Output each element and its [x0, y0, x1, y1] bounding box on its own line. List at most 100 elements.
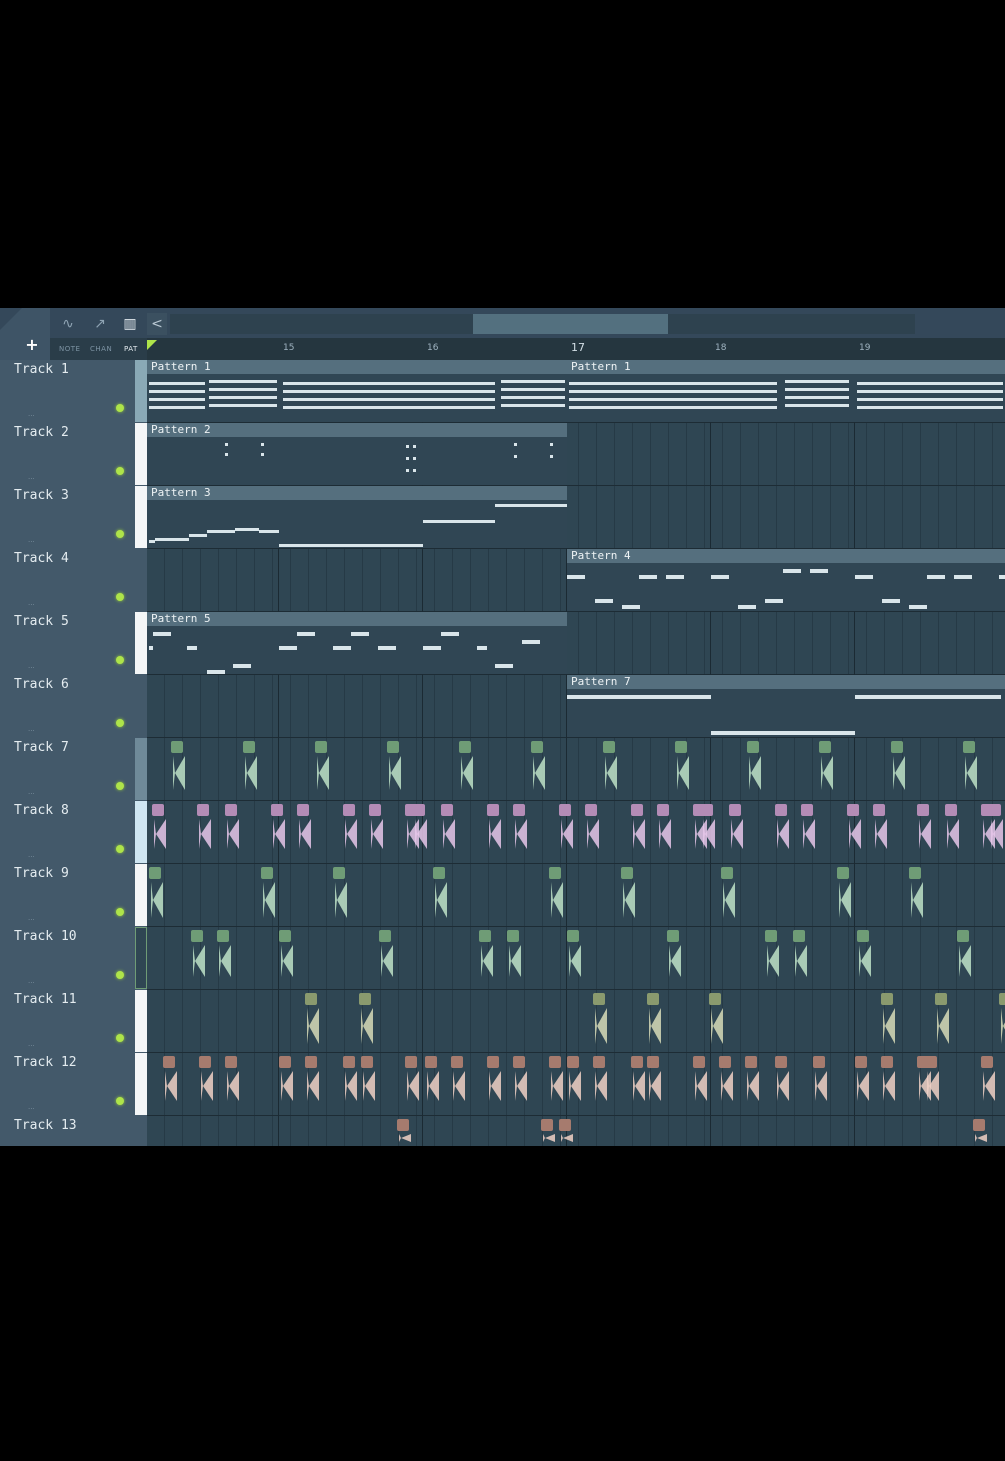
sample-clip[interactable] [963, 741, 975, 753]
track-grip[interactable]: ··· [28, 916, 35, 924]
sample-clip[interactable] [675, 741, 687, 753]
track-grip[interactable]: ··· [28, 475, 35, 483]
sample-clip[interactable] [765, 930, 777, 942]
track-header[interactable]: Track 11 ··· [0, 990, 147, 1054]
sample-clip[interactable] [567, 1056, 579, 1068]
sample-clip[interactable] [917, 804, 929, 816]
sample-clip[interactable] [559, 1119, 571, 1131]
note[interactable] [514, 455, 517, 458]
sample-clip[interactable] [225, 1056, 237, 1068]
sample-clip[interactable] [549, 1056, 561, 1068]
lane-track-11[interactable] [147, 990, 1005, 1053]
track-header[interactable]: Track 7 ··· [0, 738, 147, 802]
note[interactable] [477, 646, 487, 650]
sample-clip[interactable] [413, 804, 425, 816]
pattern-clip[interactable]: Pattern 5 [147, 612, 567, 674]
track-grip[interactable]: ··· [28, 412, 35, 420]
lane-track-7[interactable] [147, 738, 1005, 801]
sample-clip[interactable] [745, 1056, 757, 1068]
sample-clip[interactable] [361, 1056, 373, 1068]
sample-clip[interactable] [957, 930, 969, 942]
sample-clip[interactable] [857, 930, 869, 942]
track-header[interactable]: Track 3 ··· [0, 486, 147, 550]
sample-clip[interactable] [425, 1056, 437, 1068]
sample-clip[interactable] [243, 741, 255, 753]
note[interactable] [855, 575, 873, 579]
automation-icon[interactable]: ↗ [88, 316, 112, 334]
pattern-clip[interactable]: Pattern 1 [147, 360, 567, 422]
sample-clip[interactable] [225, 804, 237, 816]
mode-pat-label[interactable]: PAT [124, 345, 138, 353]
sample-clip[interactable] [603, 741, 615, 753]
sample-clip[interactable] [999, 993, 1005, 1005]
track-grip[interactable]: ··· [28, 727, 35, 735]
sample-clip[interactable] [149, 867, 161, 879]
note[interactable] [501, 388, 565, 391]
note[interactable] [209, 404, 277, 407]
note[interactable] [413, 457, 416, 460]
clip-header[interactable]: Pattern 1 [147, 360, 567, 374]
track-enable-led[interactable] [116, 530, 124, 538]
timeline-ruler[interactable]: 15 16 17 18 19 [147, 338, 1005, 360]
note[interactable] [441, 632, 459, 636]
track-enable-led[interactable] [116, 593, 124, 601]
lane-track-9[interactable] [147, 864, 1005, 927]
track-header[interactable]: Track 1 ··· [0, 360, 147, 424]
sample-clip[interactable] [813, 1056, 825, 1068]
sample-clip[interactable] [721, 867, 733, 879]
sample-clip[interactable] [343, 1056, 355, 1068]
sample-clip[interactable] [541, 1119, 553, 1131]
note[interactable] [569, 390, 777, 393]
sample-clip[interactable] [487, 1056, 499, 1068]
clip-header[interactable]: Pattern 3 [147, 486, 567, 500]
sample-clip[interactable] [747, 741, 759, 753]
track-enable-led[interactable] [116, 971, 124, 979]
note[interactable] [209, 388, 277, 391]
sample-clip[interactable] [451, 1056, 463, 1068]
sample-clip[interactable] [507, 930, 519, 942]
note[interactable] [209, 380, 277, 383]
sample-clip[interactable] [855, 1056, 867, 1068]
sample-clip[interactable] [197, 804, 209, 816]
note[interactable] [666, 575, 684, 579]
note[interactable] [495, 664, 513, 668]
track-header[interactable]: Track 4 ··· [0, 549, 147, 613]
sample-clip[interactable] [729, 804, 741, 816]
track-header[interactable]: Track 8 ··· [0, 801, 147, 865]
sample-clip[interactable] [513, 804, 525, 816]
lane-track-13[interactable] [147, 1116, 1005, 1146]
note[interactable] [149, 382, 205, 385]
note[interactable] [207, 670, 225, 674]
sample-clip[interactable] [559, 804, 571, 816]
sample-clip[interactable] [775, 1056, 787, 1068]
track-enable-led[interactable] [116, 467, 124, 475]
track-header[interactable]: Track 12 ··· [0, 1053, 147, 1117]
note[interactable] [785, 396, 849, 399]
note[interactable] [595, 599, 613, 603]
sample-clip[interactable] [405, 1056, 417, 1068]
overview-scrollbar[interactable] [170, 314, 915, 334]
sample-clip[interactable] [397, 1119, 409, 1131]
sample-clip[interactable] [709, 993, 721, 1005]
mode-note-label[interactable]: NOTE [59, 345, 80, 353]
sample-clip[interactable] [333, 867, 345, 879]
note[interactable] [810, 569, 828, 573]
note[interactable] [423, 520, 495, 523]
pattern-clip[interactable]: Pattern 3 [147, 486, 567, 548]
track-header[interactable]: Track 6 ··· [0, 675, 147, 739]
sample-clip[interactable] [369, 804, 381, 816]
sample-clip[interactable] [513, 1056, 525, 1068]
note[interactable] [423, 646, 441, 650]
sample-clip[interactable] [935, 993, 947, 1005]
sample-clip[interactable] [945, 804, 957, 816]
note[interactable] [711, 731, 855, 735]
track-enable-led[interactable] [116, 782, 124, 790]
track-grip[interactable]: ··· [28, 538, 35, 546]
note[interactable] [413, 469, 416, 472]
note[interactable] [283, 382, 495, 385]
piano-icon[interactable]: ▥ [118, 316, 142, 334]
note[interactable] [155, 538, 189, 541]
track-enable-led[interactable] [116, 719, 124, 727]
note[interactable] [639, 575, 657, 579]
sample-clip[interactable] [881, 993, 893, 1005]
